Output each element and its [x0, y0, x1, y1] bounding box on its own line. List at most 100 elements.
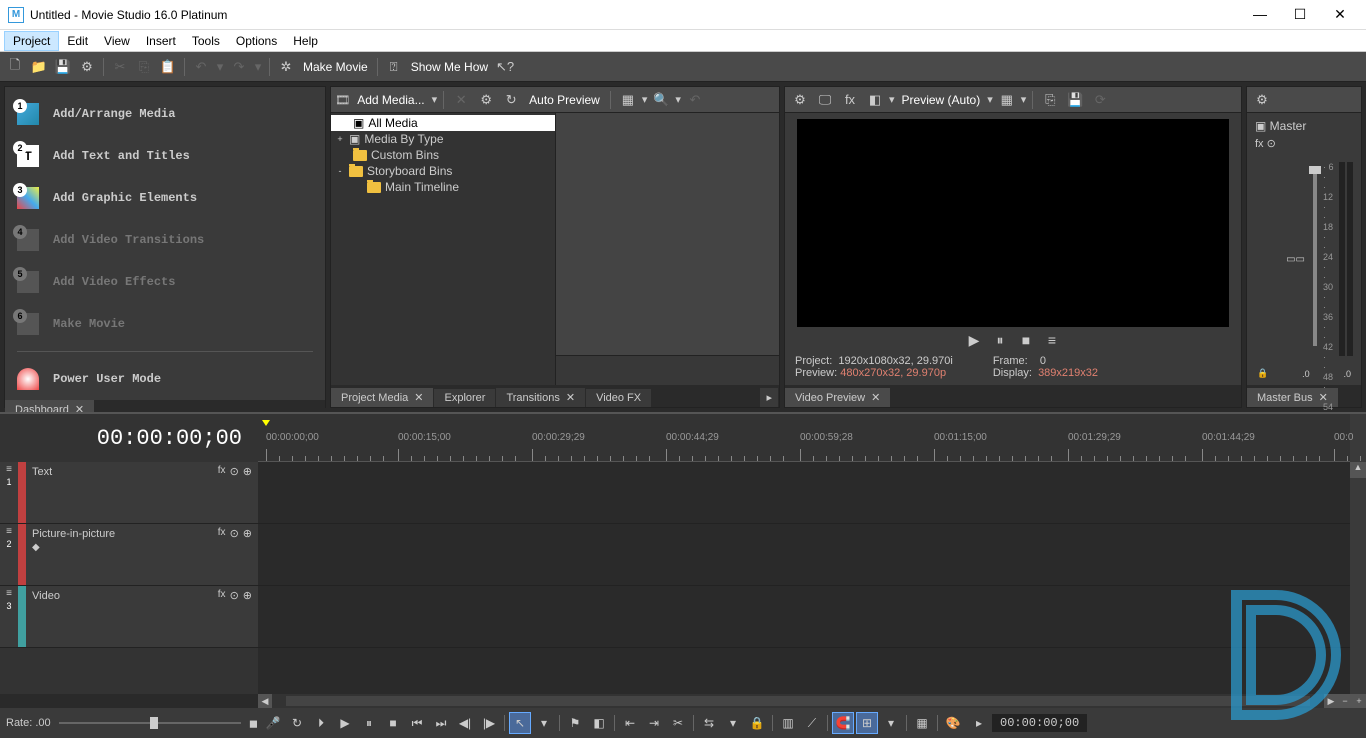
dash-add-graphics[interactable]: 3 Add Graphic Elements: [5, 177, 325, 219]
save-button[interactable]: 💾: [52, 56, 74, 78]
collapse-icon[interactable]: -: [335, 166, 345, 176]
trim-start-button[interactable]: ⇤: [619, 712, 641, 734]
scroll-up-button[interactable]: ▲: [1350, 462, 1366, 478]
scroll-right-button[interactable]: ▶: [1324, 694, 1338, 708]
tree-media-by-type[interactable]: +▣Media By Type: [331, 131, 555, 147]
zoom-in-button[interactable]: +: [1352, 694, 1366, 708]
tool-dropdown[interactable]: ▾: [533, 712, 555, 734]
track-menu-icon[interactable]: ≡: [6, 464, 12, 475]
playhead-marker[interactable]: [262, 420, 270, 426]
menu-edit[interactable]: Edit: [59, 32, 96, 50]
track-menu-icon[interactable]: ≡: [6, 588, 12, 599]
scroll-left-button[interactable]: ◀: [258, 694, 272, 708]
media-content-area[interactable]: [556, 113, 780, 355]
tree-all-media[interactable]: ▣All Media: [331, 115, 555, 131]
pause-button[interactable]: ⏸: [358, 712, 380, 734]
redo-dropdown[interactable]: ▾: [252, 56, 264, 78]
menu-insert[interactable]: Insert: [138, 32, 184, 50]
auto-ripple-button[interactable]: ⇆: [698, 712, 720, 734]
tab-explorer[interactable]: Explorer: [434, 389, 495, 407]
dropdown-icon[interactable]: ▾: [432, 93, 438, 106]
track-more-icon[interactable]: ⊕: [243, 589, 252, 602]
track-name[interactable]: Text: [32, 466, 52, 478]
snap-button[interactable]: 🧲: [832, 712, 854, 734]
dropdown-icon[interactable]: ▾: [675, 93, 681, 106]
track-automation-icon[interactable]: ⊙: [230, 527, 239, 540]
maximize-button[interactable]: ☐: [1290, 6, 1310, 23]
track-name[interactable]: Picture-in-picture: [32, 528, 115, 540]
track-lane[interactable]: [258, 462, 1350, 524]
play-start-button[interactable]: ⏵: [310, 712, 332, 734]
make-movie-button[interactable]: ✲ Make Movie: [275, 56, 372, 78]
track-menu-icon[interactable]: ≡: [6, 526, 12, 537]
dropdown-icon[interactable]: ▾: [642, 93, 648, 106]
dash-power-user[interactable]: Power User Mode: [5, 358, 325, 400]
track-more-icon[interactable]: ⊕: [243, 527, 252, 540]
tree-custom-bins[interactable]: Custom Bins: [331, 147, 555, 163]
what-is-this-button[interactable]: ↖?: [494, 56, 516, 78]
open-button[interactable]: 📁: [28, 56, 50, 78]
copy-button[interactable]: ⎘: [133, 56, 155, 78]
new-button[interactable]: 🗋: [4, 56, 26, 78]
ignore-grouping-button[interactable]: ▥: [777, 712, 799, 734]
dash-add-effects[interactable]: 5 Add Video Effects: [5, 261, 325, 303]
tree-main-timeline[interactable]: Main Timeline: [331, 179, 555, 195]
redo-button[interactable]: ↷: [228, 56, 250, 78]
preview-quality-button[interactable]: Preview (Auto): [898, 93, 985, 107]
tab-project-media[interactable]: Project Media✕: [331, 388, 433, 407]
play-button[interactable]: ▶: [334, 712, 356, 734]
stop-button[interactable]: ■: [382, 712, 404, 734]
dropdown-icon[interactable]: ▾: [1021, 93, 1027, 106]
view-mode-button[interactable]: ▦: [617, 89, 639, 111]
save-snapshot-icon[interactable]: 💾: [1064, 89, 1086, 111]
stop-button[interactable]: ■: [1016, 330, 1036, 350]
menu-view[interactable]: View: [96, 32, 138, 50]
tab-transitions[interactable]: Transitions✕: [496, 388, 585, 407]
next-frame-button[interactable]: |▶: [478, 712, 500, 734]
copy-snapshot-icon[interactable]: ⎘: [1039, 89, 1061, 111]
add-marker-button[interactable]: ⚑: [564, 712, 586, 734]
track-name[interactable]: Video: [32, 590, 60, 602]
split-button[interactable]: ✂: [667, 712, 689, 734]
paste-button[interactable]: 📋: [157, 56, 179, 78]
track-fx-icon[interactable]: fx: [218, 589, 226, 602]
overlays-icon[interactable]: ▦: [996, 89, 1018, 111]
zoom-out-button[interactable]: −: [1338, 694, 1352, 708]
expand-icon[interactable]: +: [335, 134, 345, 144]
color-picker-button[interactable]: 🎨: [942, 712, 964, 734]
normal-edit-tool-button[interactable]: ↖: [509, 712, 531, 734]
output-icon[interactable]: ▭▭: [1286, 254, 1305, 265]
properties-button[interactable]: ⚙: [76, 56, 98, 78]
close-icon[interactable]: ✕: [414, 391, 423, 404]
cut-button[interactable]: ✂: [109, 56, 131, 78]
lock-icon[interactable]: 🔒: [1257, 368, 1268, 379]
tab-overflow[interactable]: ▸: [760, 388, 778, 407]
split-screen-icon[interactable]: ◧: [864, 89, 886, 111]
recapture-icon[interactable]: ⟳: [1089, 89, 1111, 111]
zoom-icon[interactable]: 🔍: [650, 89, 672, 111]
go-start-button[interactable]: ⏮: [406, 712, 428, 734]
auto-crossfade-button[interactable]: ⟋: [801, 712, 823, 734]
media-tree[interactable]: ▣All Media +▣Media By Type Custom Bins -…: [331, 113, 556, 385]
add-media-button[interactable]: Add Media...: [353, 93, 428, 107]
track-automation-icon[interactable]: ⊙: [230, 589, 239, 602]
track-fx-icon[interactable]: fx: [218, 465, 226, 478]
remove-media-button[interactable]: ✕: [450, 89, 472, 111]
track-header[interactable]: ≡ 1 Text fx ⊙ ⊕: [0, 462, 258, 524]
menu-options[interactable]: Options: [228, 32, 285, 50]
close-icon[interactable]: ✕: [871, 391, 880, 404]
pause-button[interactable]: ⏸: [990, 330, 1010, 350]
fx-icon[interactable]: fx: [839, 89, 861, 111]
undo-dropdown[interactable]: ▾: [214, 56, 226, 78]
dash-add-text[interactable]: T2 Add Text and Titles: [5, 135, 325, 177]
track-lane[interactable]: [258, 586, 1350, 648]
minimize-button[interactable]: —: [1250, 6, 1270, 23]
tree-storyboard-bins[interactable]: -Storyboard Bins: [331, 163, 555, 179]
timecode-display[interactable]: 00:00:00;00: [0, 414, 258, 462]
undo-button[interactable]: ↶: [190, 56, 212, 78]
record-button[interactable]: 🎤: [262, 712, 284, 734]
timeline-ruler[interactable]: 00:00:00;0000:00:15;0000:00:29;2900:00:4…: [258, 414, 1350, 462]
track-automation-icon[interactable]: ⊙: [230, 465, 239, 478]
quantize-button[interactable]: ⊞: [856, 712, 878, 734]
dropdown-icon[interactable]: ▾: [987, 93, 993, 106]
